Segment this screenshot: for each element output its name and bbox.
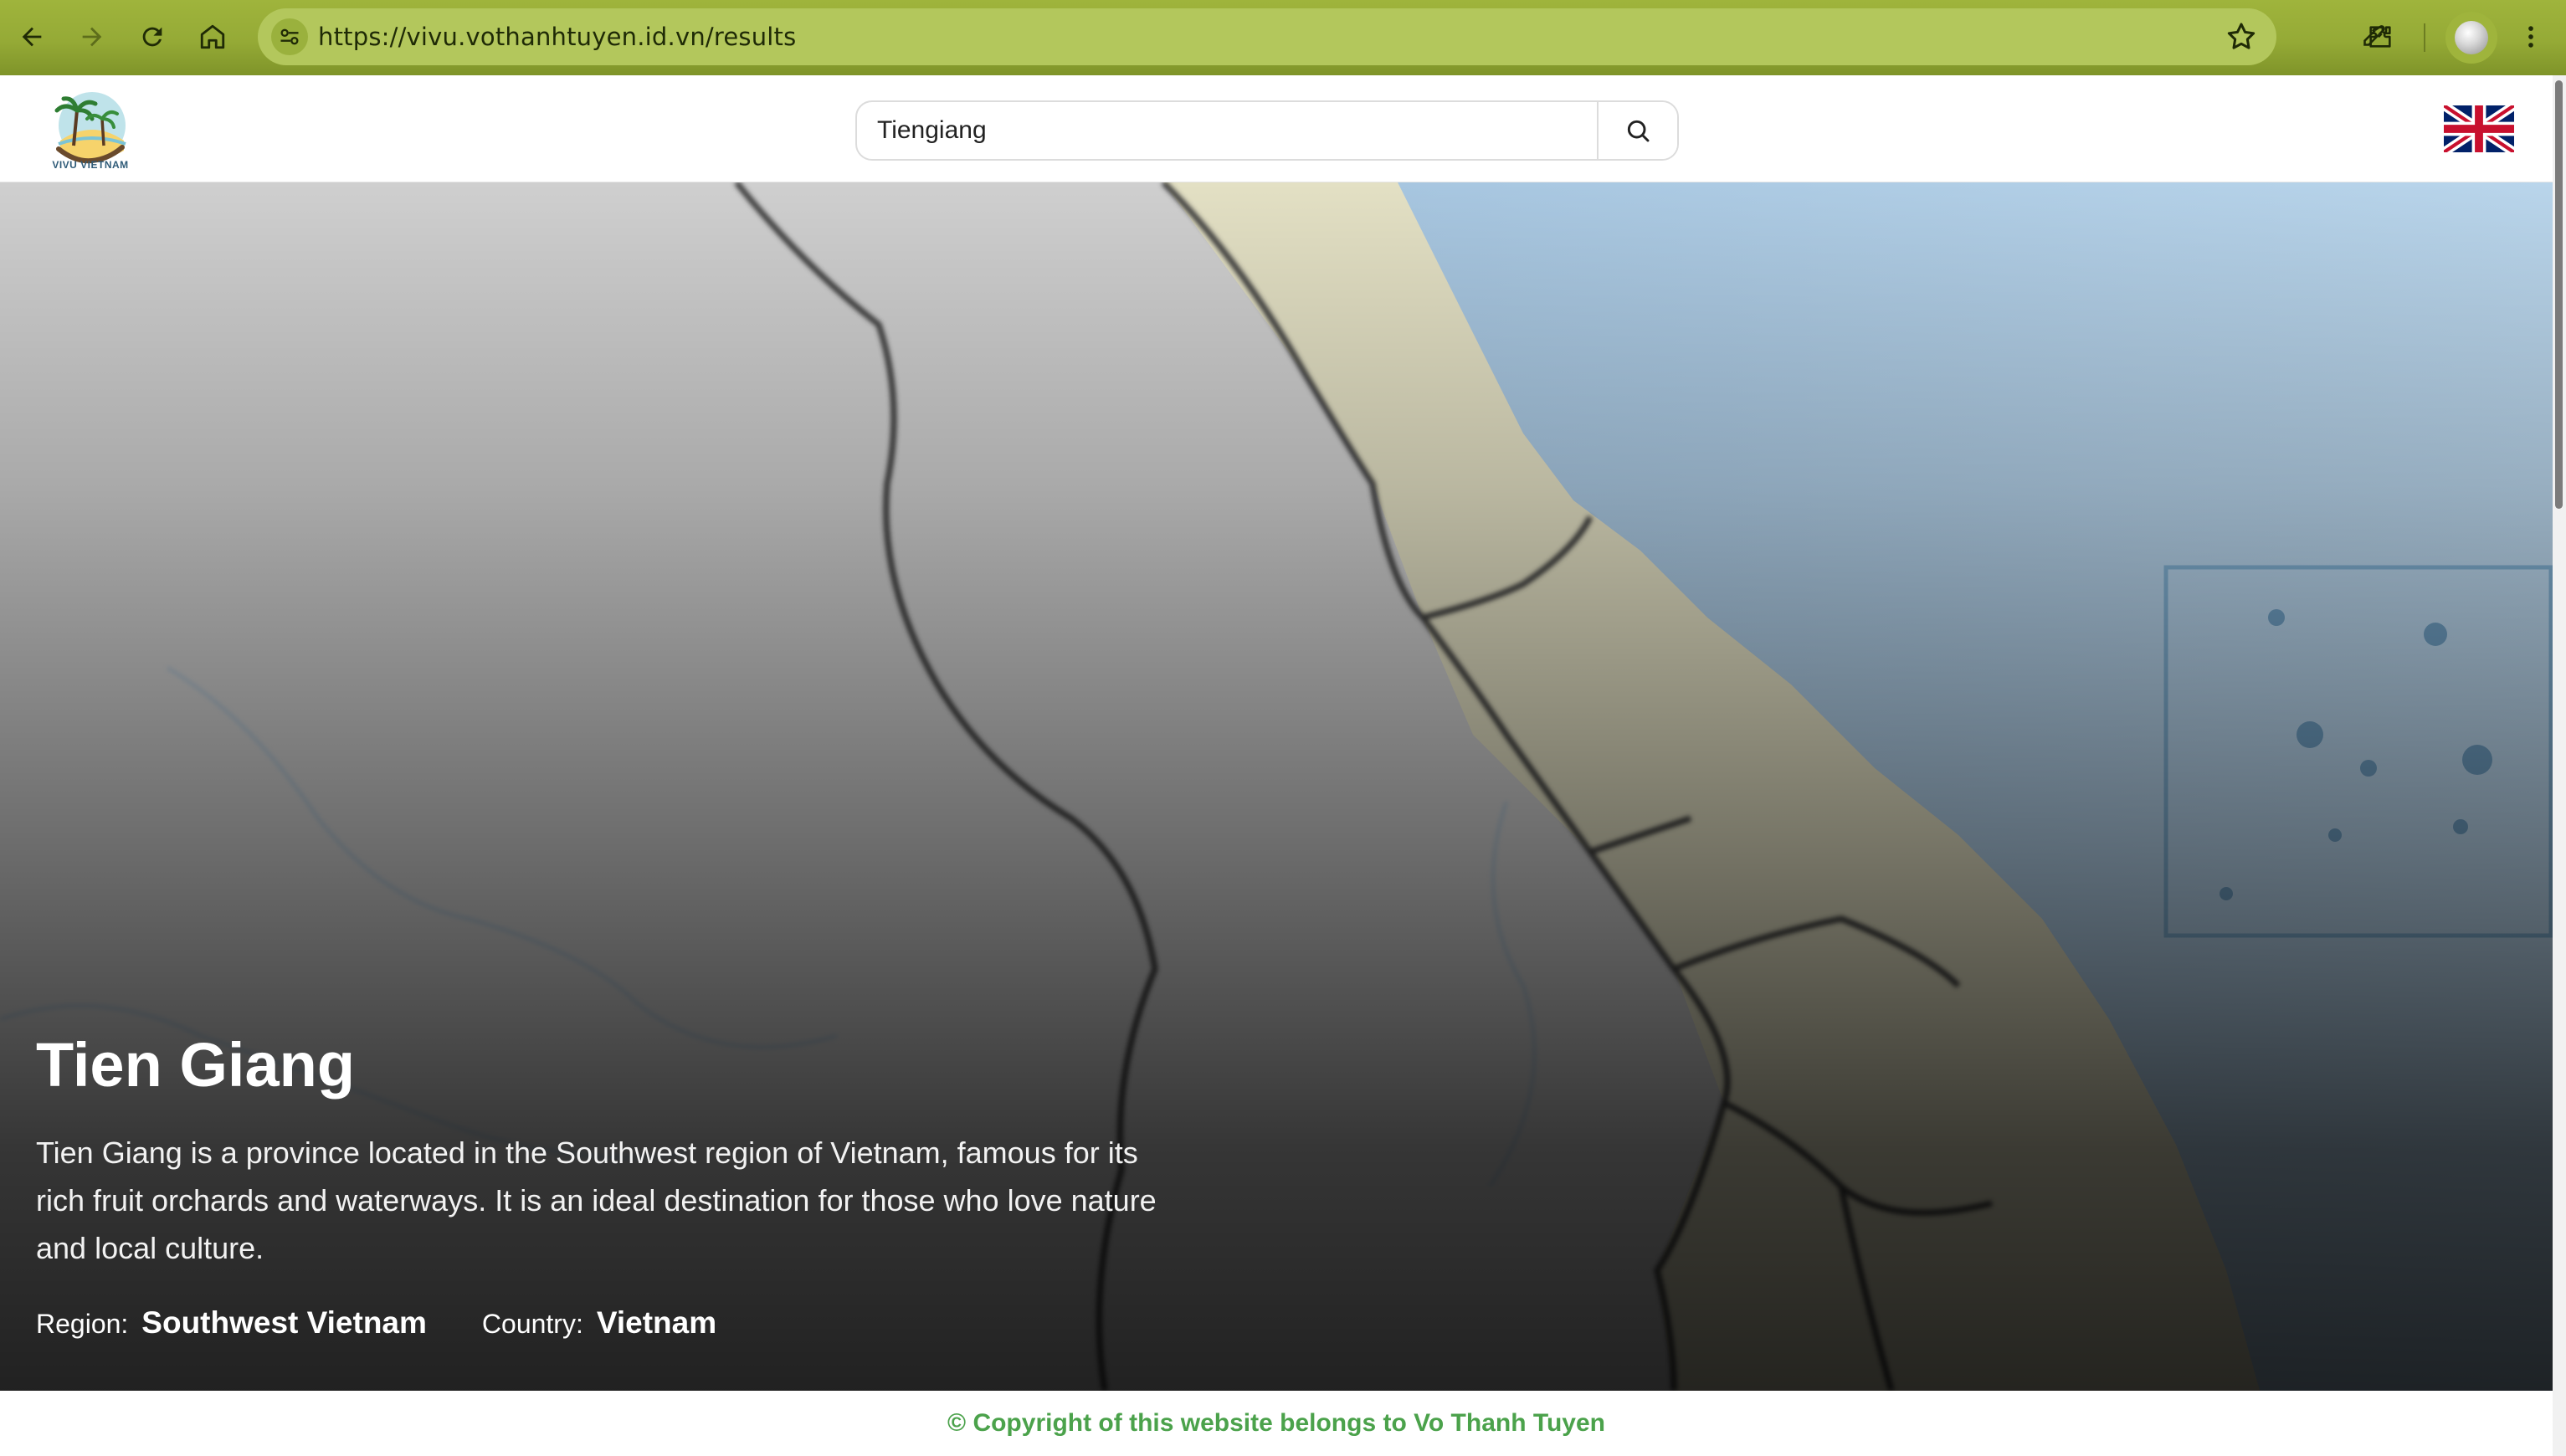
forward-button[interactable] bbox=[69, 13, 115, 60]
search-icon bbox=[1627, 120, 1650, 142]
search-box bbox=[855, 100, 1679, 161]
search-input[interactable] bbox=[857, 102, 1597, 159]
logo-caption: VIVU VIETNAM bbox=[52, 159, 129, 171]
hero-banner: Tien Giang Tien Giang is a province loca… bbox=[0, 182, 2553, 1391]
home-button[interactable] bbox=[189, 13, 236, 60]
destination-meta: Region: Southwest Vietnam Country: Vietn… bbox=[36, 1305, 1208, 1341]
site-footer: © Copyright of this website belongs to V… bbox=[0, 1391, 2553, 1456]
hero-content: Tien Giang Tien Giang is a province loca… bbox=[36, 1031, 1208, 1341]
home-icon bbox=[200, 24, 225, 49]
country-value: Vietnam bbox=[596, 1305, 717, 1341]
region-label: Region: bbox=[36, 1309, 129, 1340]
region-value: Southwest Vietnam bbox=[141, 1305, 427, 1341]
back-button[interactable] bbox=[8, 13, 55, 60]
uk-flag-icon[interactable] bbox=[2444, 105, 2514, 152]
profile-avatar[interactable] bbox=[2445, 12, 2497, 64]
browser-toolbar: https://vivu.vothanhtuyen.id.vn/results bbox=[0, 0, 2566, 75]
search-button[interactable] bbox=[1597, 102, 1677, 159]
site-info-icon[interactable] bbox=[271, 18, 308, 55]
reload-icon bbox=[142, 27, 162, 47]
destination-description: Tien Giang is a province located in the … bbox=[36, 1136, 1157, 1266]
scrollbar-thumb[interactable] bbox=[2555, 80, 2563, 509]
copyright-text: © Copyright of this website belongs to V… bbox=[947, 1409, 1605, 1437]
more-menu-icon[interactable] bbox=[2511, 17, 2551, 57]
site-header: VIVU VIETNAM bbox=[0, 75, 2553, 182]
address-bar[interactable]: https://vivu.vothanhtuyen.id.vn/results bbox=[258, 8, 2276, 65]
back-arrow-icon bbox=[22, 27, 42, 47]
reload-button[interactable] bbox=[129, 13, 176, 60]
toolbar-divider bbox=[2424, 23, 2425, 52]
extensions-icon[interactable] bbox=[2360, 17, 2400, 57]
forward-arrow-icon bbox=[82, 27, 102, 47]
country-label: Country: bbox=[481, 1309, 583, 1340]
bookmark-star-icon[interactable] bbox=[2225, 20, 2258, 54]
destination-title: Tien Giang bbox=[36, 1030, 356, 1100]
url-text[interactable]: https://vivu.vothanhtuyen.id.vn/results bbox=[318, 8, 796, 65]
